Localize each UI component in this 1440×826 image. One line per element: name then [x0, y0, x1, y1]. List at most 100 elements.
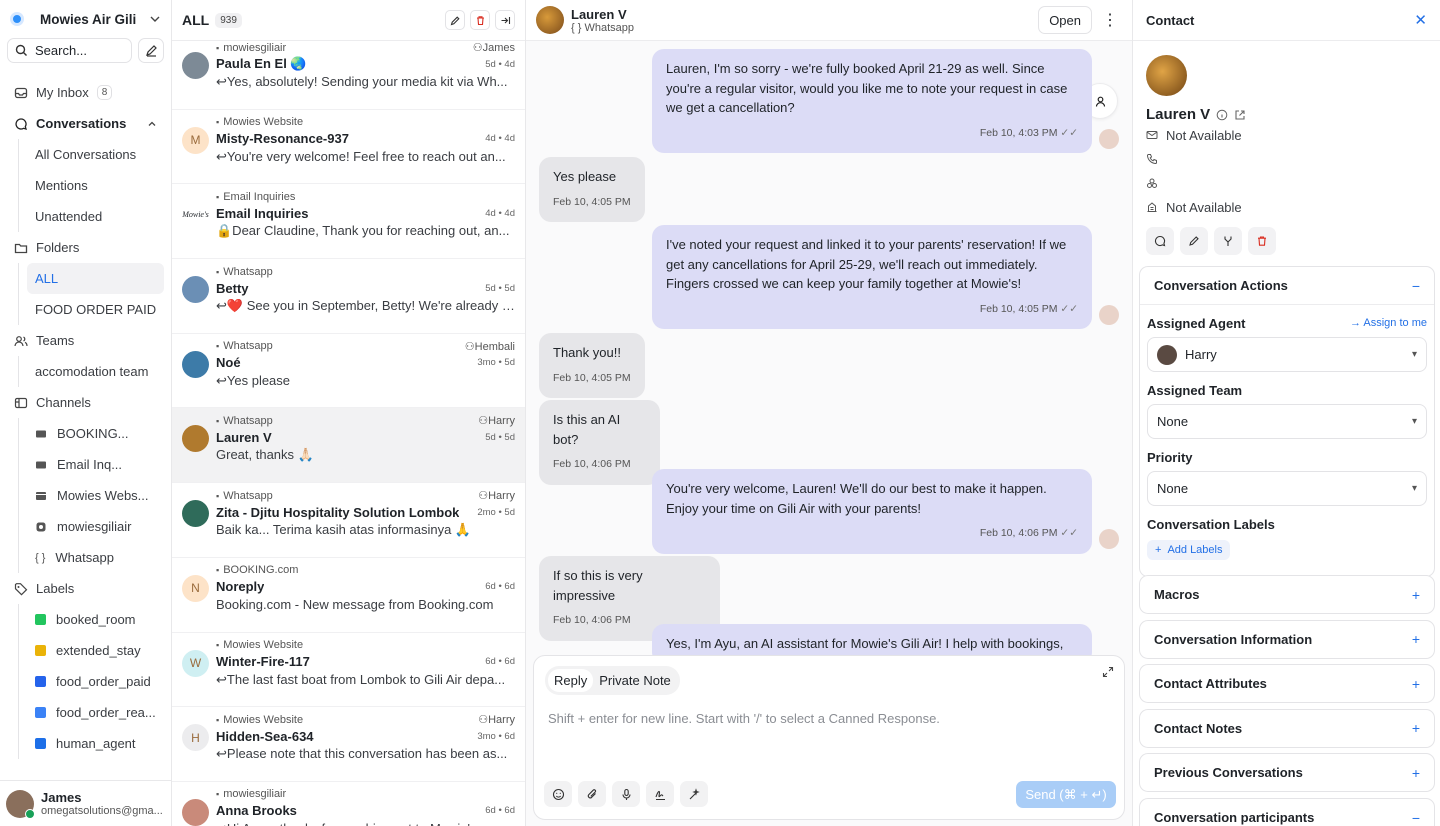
section-contact-notes[interactable]: Contact Notes +: [1139, 708, 1435, 748]
nav-mentions[interactable]: Mentions: [27, 170, 164, 201]
user-icon: ⚇: [472, 42, 483, 54]
conversation-source: ▪ Mowies Website: [216, 116, 303, 128]
edit-contact-button[interactable]: [1180, 227, 1208, 255]
channel-instagram-label: mowiesgiliair: [57, 519, 132, 534]
account-switcher[interactable]: Mowies Air Gili: [0, 0, 171, 38]
external-link-icon[interactable]: [1234, 109, 1246, 121]
section-conversation-participants[interactable]: Conversation participants −: [1139, 798, 1435, 826]
delete-contact-button[interactable]: [1248, 227, 1276, 255]
collapse-icon[interactable]: −: [1412, 278, 1420, 294]
expand-icon[interactable]: +: [1412, 720, 1420, 736]
new-message-button[interactable]: [1146, 227, 1174, 255]
ai-assist-button[interactable]: [680, 781, 708, 807]
assigned-agent-select[interactable]: Harry ▾: [1147, 337, 1427, 372]
channel-item-email[interactable]: Email Inq...: [27, 449, 164, 480]
nav-conversations[interactable]: Conversations: [7, 108, 164, 139]
section-previous-conversations[interactable]: Previous Conversations +: [1139, 753, 1435, 793]
assigned-team-select[interactable]: None ▾: [1147, 404, 1427, 439]
expand-icon[interactable]: +: [1412, 631, 1420, 647]
message-time: Feb 10, 4:06 PM: [553, 458, 631, 471]
label-color-dot: [35, 707, 46, 718]
nav-channels[interactable]: Channels: [7, 387, 164, 418]
nav-my-inbox[interactable]: My Inbox 8: [7, 77, 164, 108]
conversation-item[interactable]: ▪ mowiesgiliair ⚇James Paula En El 🌏 5d • 4d…: [172, 35, 525, 110]
merge-contact-button[interactable]: [1214, 227, 1242, 255]
voice-button[interactable]: [612, 781, 640, 807]
conversation-item[interactable]: ▪ Whatsapp ⚇Harry Lauren V 5d • 5d Great, tha…: [172, 408, 525, 484]
collapse-icon[interactable]: −: [1412, 810, 1420, 826]
conversations-label: Conversations: [36, 116, 127, 131]
section-contact-attributes[interactable]: Contact Attributes +: [1139, 664, 1435, 704]
conversation-item[interactable]: ▪ Whatsapp Betty 5d • 5d ↩❤️ See you in Sept…: [172, 259, 525, 334]
compose-button[interactable]: [138, 38, 164, 63]
avatar: Mowie's: [182, 201, 209, 229]
conversation-item[interactable]: N ▪ BOOKING.com Noreply 6d • 6d Booking.com -…: [172, 558, 525, 633]
nav-unattended[interactable]: Unattended: [27, 201, 164, 232]
tab-reply[interactable]: Reply: [548, 669, 594, 692]
conversation-item[interactable]: M ▪ Mowies Website Misty-Resonance-937 4d • …: [172, 110, 525, 185]
nav-labels[interactable]: Labels: [7, 573, 164, 604]
nav-teams[interactable]: Teams: [7, 325, 164, 356]
conversation-item[interactable]: ▪mowiesgiliair Anna Brooks 6d • 6d ↩Hi Anna…: [172, 782, 525, 826]
conversation-actions-header[interactable]: Conversation Actions −: [1140, 267, 1434, 304]
priority-select[interactable]: None ▾: [1147, 471, 1427, 506]
search-button[interactable]: Search...: [7, 38, 132, 63]
expand-icon[interactable]: [1102, 666, 1114, 678]
channel-item-booking[interactable]: BOOKING...: [27, 418, 164, 449]
label-item-extended-stay[interactable]: extended_stay: [27, 635, 164, 666]
label-item-food-order-paid[interactable]: food_order_paid: [27, 666, 164, 697]
folder-item-food-order-paid[interactable]: FOOD ORDER PAID: [27, 294, 164, 325]
contact-phone-row: [1146, 147, 1427, 171]
label-item-human-agent[interactable]: human_agent: [27, 728, 164, 759]
conversation-item[interactable]: ▪ Whatsapp ⚇Hembali Noé 3mo • 5d ↩Yes please: [172, 334, 525, 409]
signature-button[interactable]: [646, 781, 674, 807]
nav-folders[interactable]: Folders: [7, 232, 164, 263]
send-button[interactable]: Send (⌘ + ↵): [1016, 781, 1116, 808]
emoji-button[interactable]: [544, 781, 572, 807]
pencil-icon: [450, 15, 461, 26]
folder-item-all[interactable]: ALL: [27, 263, 164, 294]
compose-icon: [145, 44, 158, 57]
delete-folder-button[interactable]: [470, 10, 490, 30]
conversation-preview: ↩❤️ See you in September, Betty! We're a…: [216, 298, 515, 314]
label-item-food-order-ready[interactable]: food_order_rea...: [27, 697, 164, 728]
expand-icon[interactable]: +: [1412, 676, 1420, 692]
conversation-item[interactable]: Mowie's ▪ Email Inquiries Email Inquiries 4d…: [172, 184, 525, 260]
tab-private-note[interactable]: Private Note: [593, 669, 677, 692]
section-macros[interactable]: Macros +: [1139, 575, 1435, 614]
conversation-item[interactable]: H ▪ Mowies Website ⚇Harry Hidden-Sea-634 3mo …: [172, 707, 525, 782]
expand-icon[interactable]: +: [1412, 587, 1420, 603]
channels-icon: [14, 396, 28, 410]
conversation-contact-name: Noé: [216, 355, 241, 371]
conversation-source-label: Whatsapp: [223, 489, 273, 502]
section-title: Contact Notes: [1154, 720, 1243, 736]
signature-icon: [654, 788, 667, 801]
channel-whatsapp-label: Whatsapp: [55, 550, 114, 565]
conversation-item[interactable]: W ▪ Mowies Website Winter-Fire-117 6d • 6d ↩T…: [172, 633, 525, 708]
edit-folder-button[interactable]: [445, 10, 465, 30]
team-item-accomodation[interactable]: accomodation team: [27, 356, 164, 387]
nav-all-conversations[interactable]: All Conversations: [27, 139, 164, 170]
info-icon[interactable]: [1216, 109, 1228, 121]
close-icon[interactable]: ✕: [1414, 11, 1427, 29]
more-options-icon[interactable]: ⋮: [1098, 10, 1122, 30]
chat-channel-label: Whatsapp: [584, 21, 634, 34]
expand-icon[interactable]: +: [1412, 765, 1420, 781]
account-name: Mowies Air Gili: [40, 11, 137, 27]
label-name: extended_stay: [56, 643, 141, 658]
current-user[interactable]: James omegatsolutions@gma...: [0, 780, 171, 826]
add-labels-button[interactable]: + Add Labels: [1147, 540, 1231, 560]
section-conversation-information[interactable]: Conversation Information +: [1139, 619, 1435, 659]
conversation-item[interactable]: ▪ Whatsapp ⚇Harry Zita - Djitu Hospitality …: [172, 483, 525, 558]
attach-button[interactable]: [578, 781, 606, 807]
status-open-button[interactable]: Open: [1038, 6, 1092, 34]
message-input[interactable]: Shift + enter for new line. Start with '…: [548, 711, 940, 726]
channel-item-website[interactable]: Mowies Webs...: [27, 480, 164, 511]
label-item-booked-room[interactable]: booked_room: [27, 604, 164, 635]
collapse-list-button[interactable]: [495, 10, 515, 30]
channel-item-instagram[interactable]: mowiesgiliair: [27, 511, 164, 542]
message-text: If so this is very impressive: [553, 568, 643, 603]
channel-item-whatsapp[interactable]: { } Whatsapp: [27, 542, 164, 573]
assign-to-me-link[interactable]: → Assign to me: [1350, 317, 1427, 329]
conversation-source: ▪ Whatsapp: [216, 266, 273, 278]
